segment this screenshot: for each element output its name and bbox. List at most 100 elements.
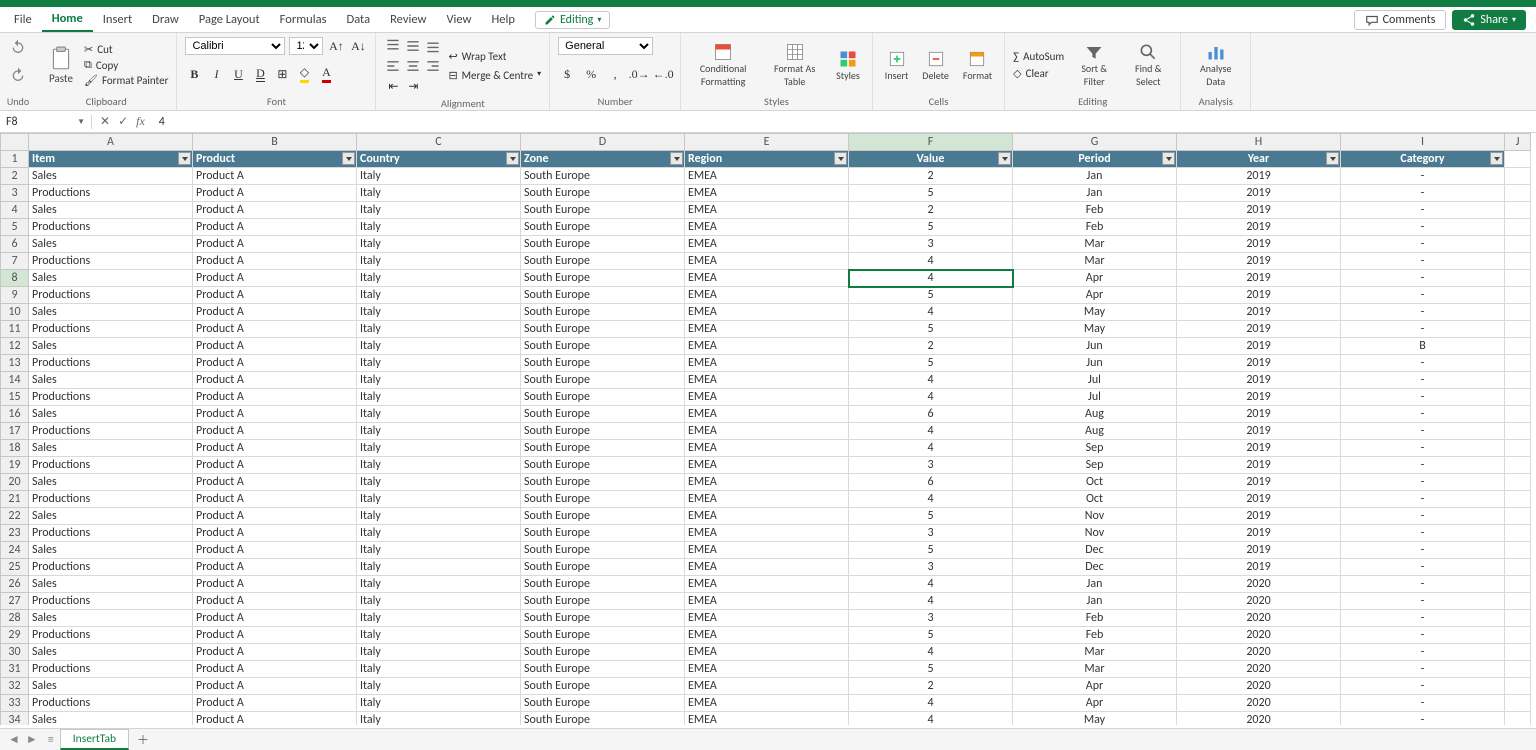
cell[interactable]: Product A [193,559,357,576]
cell[interactable]: EMEA [685,423,849,440]
cell[interactable]: Sep [1013,440,1177,457]
cell[interactable]: Product A [193,168,357,185]
cell[interactable]: 6 [849,474,1013,491]
table-header-zone[interactable]: Zone [521,151,685,168]
cell[interactable] [1505,304,1531,321]
cell[interactable]: Productions [29,457,193,474]
column-header-H[interactable]: H [1177,134,1341,151]
align-bottom-button[interactable] [424,37,442,55]
cell[interactable] [1505,372,1531,389]
cell[interactable]: South Europe [521,525,685,542]
cell[interactable] [1505,253,1531,270]
cell[interactable]: - [1341,321,1505,338]
row-header[interactable]: 15 [1,389,29,406]
cell[interactable]: - [1341,168,1505,185]
cell[interactable]: Sales [29,236,193,253]
decrease-indent-button[interactable]: ⇤ [384,77,402,95]
cell[interactable]: South Europe [521,508,685,525]
cell[interactable]: Italy [357,627,521,644]
row-header[interactable]: 8 [1,270,29,287]
row-header[interactable]: 4 [1,202,29,219]
cell[interactable] [1505,185,1531,202]
underline-button[interactable]: U [229,65,247,83]
align-top-button[interactable] [384,37,402,55]
fx-icon[interactable]: fx [136,114,145,129]
cell[interactable]: Dec [1013,559,1177,576]
find-select-button[interactable]: Find & Select [1124,40,1172,90]
cell[interactable]: South Europe [521,457,685,474]
increase-font-button[interactable]: A↑ [327,37,345,55]
table-header-period[interactable]: Period [1013,151,1177,168]
cell[interactable]: Mar [1013,236,1177,253]
autosum-button[interactable]: ∑AutoSum [1013,50,1064,63]
cell[interactable]: 4 [849,304,1013,321]
cell[interactable]: 2019 [1177,372,1341,389]
cell[interactable]: 4 [849,270,1013,287]
cell[interactable]: South Europe [521,576,685,593]
filter-button[interactable] [1162,152,1175,165]
cell[interactable]: EMEA [685,338,849,355]
cell[interactable]: South Europe [521,202,685,219]
cell[interactable] [1505,712,1531,726]
row-header[interactable]: 27 [1,593,29,610]
cell[interactable]: Mar [1013,661,1177,678]
format-as-table-button[interactable]: Format As Table [763,40,826,90]
cell[interactable] [1505,440,1531,457]
analyse-data-button[interactable]: Analyse Data [1189,40,1242,90]
cell[interactable]: EMEA [685,440,849,457]
cell[interactable]: Jul [1013,389,1177,406]
sheet-all-button[interactable]: ≡ [48,733,54,747]
cell[interactable] [1505,151,1531,168]
cell[interactable]: Product A [193,695,357,712]
cell[interactable]: 3 [849,559,1013,576]
cell[interactable]: EMEA [685,185,849,202]
add-sheet-button[interactable]: ＋ [135,732,151,748]
decrease-font-button[interactable]: A↓ [349,37,367,55]
cell[interactable]: Product A [193,253,357,270]
cell[interactable]: - [1341,508,1505,525]
cell[interactable]: - [1341,661,1505,678]
cell[interactable]: - [1341,406,1505,423]
cell[interactable]: Italy [357,525,521,542]
increase-indent-button[interactable]: ⇥ [404,77,422,95]
cell[interactable]: - [1341,525,1505,542]
cell[interactable]: 4 [849,440,1013,457]
cell[interactable]: EMEA [685,661,849,678]
cell[interactable]: 4 [849,389,1013,406]
cell[interactable]: 6 [849,406,1013,423]
cell[interactable]: EMEA [685,712,849,726]
cell[interactable]: Product A [193,287,357,304]
row-header[interactable]: 6 [1,236,29,253]
format-cells-button[interactable]: Format [959,47,996,84]
row-header[interactable]: 34 [1,712,29,726]
decrease-decimal-button[interactable]: ←.0 [654,65,672,83]
cell[interactable]: - [1341,253,1505,270]
accept-formula-button[interactable]: ✓ [118,114,128,129]
cell[interactable]: Sales [29,168,193,185]
cell[interactable]: Italy [357,355,521,372]
row-header[interactable]: 12 [1,338,29,355]
cell[interactable]: Italy [357,389,521,406]
undo-button[interactable] [10,39,26,59]
cell[interactable]: EMEA [685,253,849,270]
cell[interactable]: Apr [1013,678,1177,695]
cell[interactable]: South Europe [521,712,685,726]
cell[interactable]: South Europe [521,644,685,661]
cell[interactable]: - [1341,236,1505,253]
cancel-formula-button[interactable]: ✕ [100,114,110,129]
share-button[interactable]: Share ▾ [1452,10,1526,30]
cell[interactable]: South Europe [521,593,685,610]
filter-button[interactable] [670,152,683,165]
cell[interactable]: Sales [29,576,193,593]
cell[interactable]: EMEA [685,202,849,219]
cell[interactable]: 4 [849,491,1013,508]
row-header[interactable]: 1 [1,151,29,168]
cell[interactable]: 2019 [1177,559,1341,576]
cell[interactable]: 4 [849,423,1013,440]
row-header[interactable]: 3 [1,185,29,202]
cell[interactable]: Italy [357,423,521,440]
cell[interactable]: Italy [357,508,521,525]
cell[interactable]: Product A [193,593,357,610]
cell[interactable]: Productions [29,491,193,508]
menu-tab-help[interactable]: Help [482,8,525,31]
